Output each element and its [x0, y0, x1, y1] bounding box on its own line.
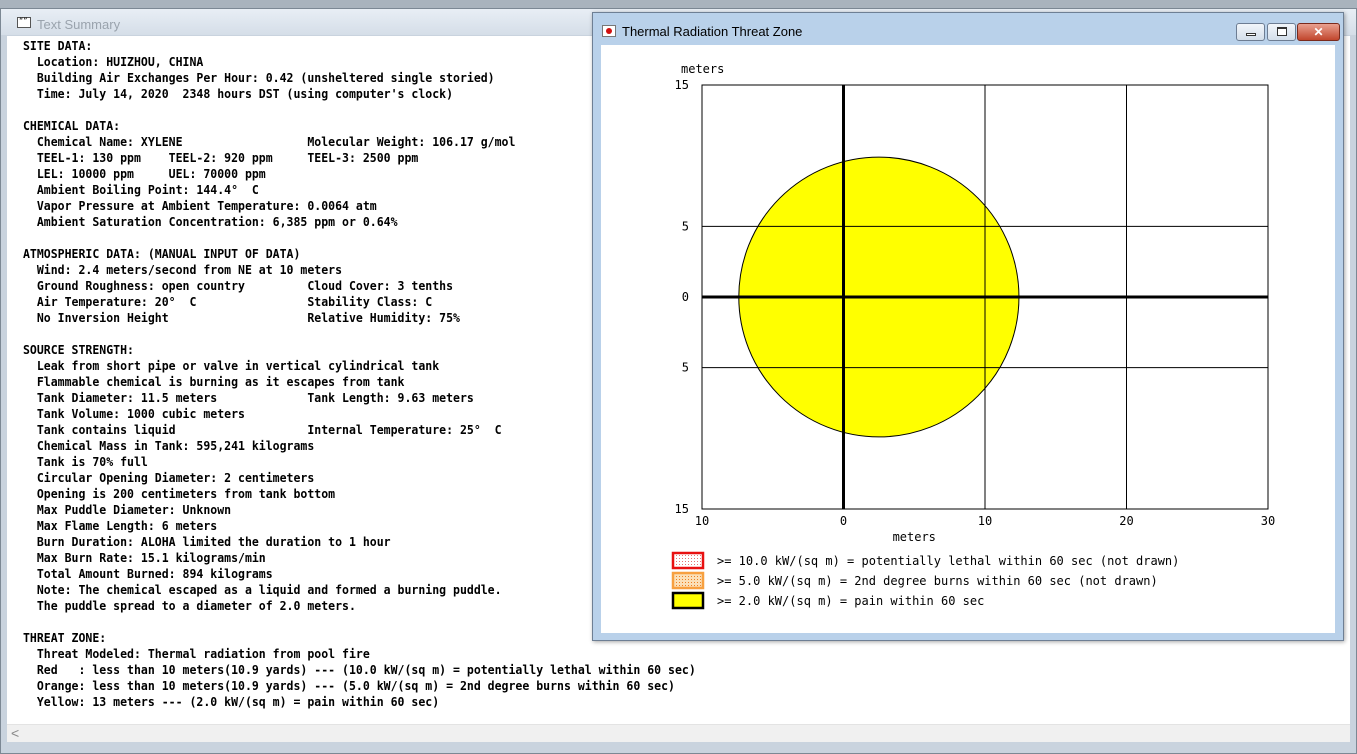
summary-line: Red : less than 10 meters(10.9 yards) --…	[23, 663, 696, 677]
y-tick-label: 0	[682, 290, 689, 304]
fire-icon	[602, 25, 616, 37]
summary-line	[23, 615, 30, 629]
summary-line: Max Puddle Diameter: Unknown	[23, 503, 232, 517]
x-tick-label: 20	[1119, 514, 1133, 528]
text-summary-app-icon: “”	[17, 17, 31, 28]
legend-swatch	[671, 571, 705, 590]
summary-line: Ambient Boiling Point: 144.4° C	[23, 183, 259, 197]
summary-line: Flammable chemical is burning as it esca…	[23, 375, 405, 389]
summary-line: Tank Volume: 1000 cubic meters	[23, 407, 245, 421]
y-tick-label: 15	[675, 502, 689, 516]
close-button[interactable]	[1297, 23, 1340, 41]
summary-line: Air Temperature: 20° C Stability Class: …	[23, 295, 433, 309]
summary-line: Note: The chemical escaped as a liquid a…	[23, 583, 502, 597]
summary-line: Max Flame Length: 6 meters	[23, 519, 218, 533]
minimize-button[interactable]	[1236, 23, 1265, 41]
summary-line: Circular Opening Diameter: 2 centimeters	[23, 471, 315, 485]
threat-zone-chart: 15 5 0 5 15 10 0 10 20 30 meters meters >= 10.0 kW/(…	[671, 62, 1275, 610]
summary-line: Max Burn Rate: 15.1 kilograms/min	[23, 551, 266, 565]
summary-line: Burn Duration: ALOHA limited the duratio…	[23, 535, 391, 549]
horizontal-scrollbar[interactable]: <	[7, 724, 1350, 742]
summary-line: LEL: 10000 ppm UEL: 70000 ppm	[23, 167, 266, 181]
summary-line: TEEL-1: 130 ppm TEEL-2: 920 ppm TEEL-3: …	[23, 151, 419, 165]
x-axis-label: meters	[893, 530, 936, 544]
threat-zone-window: Thermal Radiation Threat Zone 15 5 0 5 15 10 0…	[592, 12, 1344, 641]
x-tick-label: 30	[1261, 514, 1275, 528]
summary-line: THREAT ZONE:	[23, 631, 107, 645]
summary-line: The puddle spread to a diameter of 2.0 m…	[23, 599, 356, 613]
y-tick-label: 5	[682, 361, 689, 375]
summary-line	[23, 231, 30, 245]
y-axis-label: meters	[681, 62, 724, 76]
text-summary-title: Text Summary	[37, 17, 121, 32]
y-tick-label: 5	[682, 219, 689, 233]
summary-line: Threat Modeled: Thermal radiation from p…	[23, 647, 370, 661]
summary-line: ATMOSPHERIC DATA: (MANUAL INPUT OF DATA)	[23, 247, 301, 261]
x-tick-label: 10	[978, 514, 992, 528]
scroll-left-icon[interactable]: <	[11, 725, 19, 741]
summary-line: SITE DATA:	[23, 39, 93, 53]
summary-line: Vapor Pressure at Ambient Temperature: 0…	[23, 199, 377, 213]
threat-zone-titlebar[interactable]: Thermal Radiation Threat Zone	[593, 13, 1343, 43]
summary-line: Tank contains liquid Internal Temperatur…	[23, 423, 502, 437]
summary-line: Total Amount Burned: 894 kilograms	[23, 567, 273, 581]
x-tick-label: 0	[840, 514, 847, 528]
summary-line: Chemical Mass in Tank: 595,241 kilograms	[23, 439, 315, 453]
summary-line: Orange: less than 10 meters(10.9 yards) …	[23, 679, 675, 693]
summary-line: CHEMICAL DATA:	[23, 119, 121, 133]
x-tick-label: 10	[695, 514, 709, 528]
summary-line	[23, 103, 30, 117]
summary-line: Wind: 2.4 meters/second from NE at 10 me…	[23, 263, 343, 277]
summary-line: Ground Roughness: open country Cloud Cov…	[23, 279, 454, 293]
maximize-button[interactable]	[1267, 23, 1296, 41]
summary-line: No Inversion Height Relative Humidity: 7…	[23, 311, 460, 325]
summary-line: Tank is 70% full	[23, 455, 148, 469]
summary-line: Location: HUIZHOU, CHINA	[23, 55, 204, 69]
summary-line: Time: July 14, 2020 2348 hours DST (usin…	[23, 87, 454, 101]
summary-line: SOURCE STRENGTH:	[23, 343, 134, 357]
legend-swatch	[671, 551, 705, 570]
summary-line: Leak from short pipe or valve in vertica…	[23, 359, 440, 373]
legend-label: >= 10.0 kW/(sq m) = potentially lethal w…	[717, 554, 1179, 568]
threat-zone-title: Thermal Radiation Threat Zone	[622, 24, 803, 39]
summary-line: Chemical Name: XYLENE Molecular Weight: …	[23, 135, 516, 149]
threat-zone-plot-area: 15 5 0 5 15 10 0 10 20 30 meters meters >= 10.0 kW/(…	[601, 45, 1335, 633]
summary-line: Building Air Exchanges Per Hour: 0.42 (u…	[23, 71, 495, 85]
legend-swatch	[671, 591, 705, 610]
summary-line: Yellow: 13 meters --- (2.0 kW/(sq m) = p…	[23, 695, 440, 709]
summary-line: Ambient Saturation Concentration: 6,385 …	[23, 215, 398, 229]
legend-label: >= 2.0 kW/(sq m) = pain within 60 sec	[717, 594, 984, 608]
summary-line: Opening is 200 centimeters from tank bot…	[23, 487, 336, 501]
legend-label: >= 5.0 kW/(sq m) = 2nd degree burns with…	[717, 574, 1158, 588]
summary-line: Tank Diameter: 11.5 meters Tank Length: …	[23, 391, 474, 405]
summary-line	[23, 327, 30, 341]
y-tick-label: 15	[675, 78, 689, 92]
